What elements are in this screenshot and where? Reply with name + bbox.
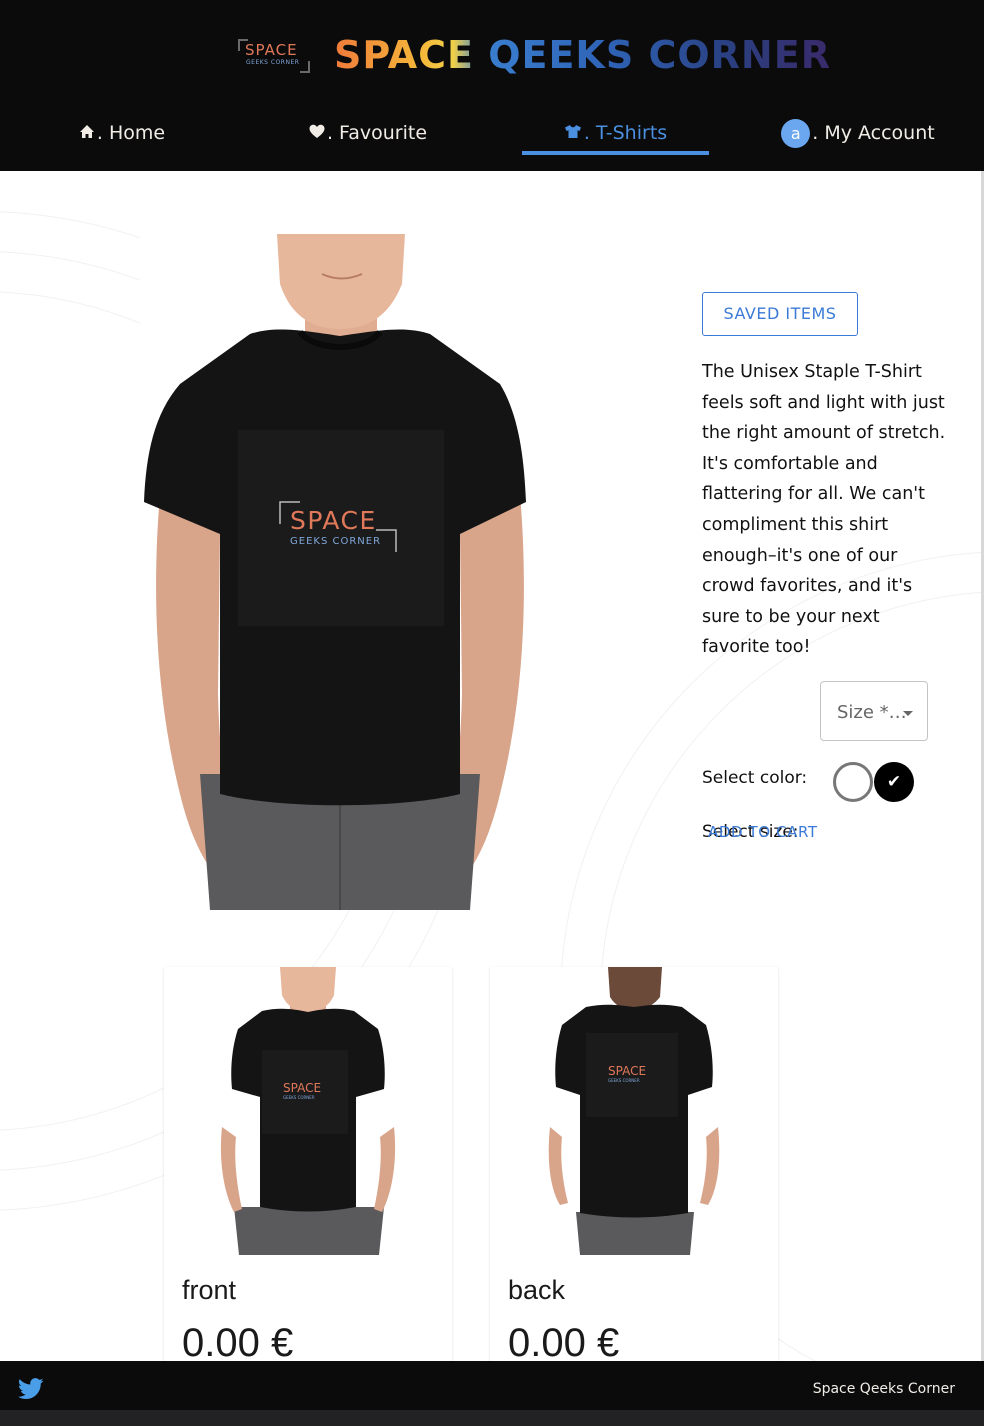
select-color-label: Select color: <box>702 768 808 788</box>
logo-text-space: SPACE <box>245 41 298 59</box>
product-page: SPACE GEEKS CORNER SAVED ITEMS The Unise… <box>0 171 984 1361</box>
saved-items-button[interactable]: SAVED ITEMS <box>702 292 858 336</box>
nav-my-account[interactable]: a . My Account <box>772 110 944 156</box>
site-title: SPACE QEEKS CORNER <box>334 33 831 77</box>
shirt-print-space: SPACE <box>290 506 377 535</box>
nav-tshirts-label: . T-Shirts <box>583 122 668 144</box>
shirt-print-geeks-corner: GEEKS CORNER <box>290 536 381 547</box>
avatar: a <box>781 118 811 148</box>
color-swatch-black[interactable]: ✔ <box>874 762 914 802</box>
site-footer: Space Qeeks Corner <box>0 1361 984 1426</box>
twitter-icon[interactable] <box>17 1378 44 1404</box>
nav-home-label: . Home <box>96 122 166 144</box>
add-to-cart-button[interactable]: ADD TO CART <box>708 823 818 841</box>
brand[interactable]: SPACE GEEKS CORNER SPACE QEEKS CORNER <box>236 32 831 78</box>
front-photo: SPACE GEEKS CORNER <box>164 967 452 1255</box>
logo[interactable]: SPACE GEEKS CORNER <box>236 35 312 75</box>
front-print-space: SPACE <box>283 1081 321 1095</box>
color-swatch-white[interactable] <box>833 762 873 802</box>
nav-home[interactable]: . Home <box>40 110 204 156</box>
product-details: SAVED ITEMS The Unisex Staple T-Shirt fe… <box>702 292 962 842</box>
nav-favourite-label: . Favourite <box>326 122 428 144</box>
product-description: The Unisex Staple T-Shirt feels soft and… <box>702 362 946 658</box>
variant-image-front: SPACE GEEKS CORNER <box>164 967 452 1255</box>
variant-card-front[interactable]: SPACE GEEKS CORNER front 0.00 € <box>164 967 452 1361</box>
nav-favourite[interactable]: . Favourite <box>284 110 452 156</box>
nav-my-account-label: . My Account <box>812 122 935 144</box>
active-tab-indicator <box>522 151 709 155</box>
logo-bracket-right <box>300 61 310 73</box>
variant-card-back[interactable]: SPACE GEEKS CORNER back 0.00 € <box>490 967 778 1361</box>
size-select-value: Size *… <box>837 702 907 723</box>
variant-image-back: SPACE GEEKS CORNER <box>490 967 778 1255</box>
product-image: SPACE GEEKS CORNER <box>140 234 540 910</box>
variant-price: 0.00 € <box>182 1321 294 1361</box>
footer-strip <box>0 1410 984 1426</box>
back-print-geeks-corner: GEEKS CORNER <box>608 1078 640 1083</box>
variant-price: 0.00 € <box>508 1321 620 1361</box>
color-row: Select color: <box>702 768 807 788</box>
back-photo: SPACE GEEKS CORNER <box>490 967 778 1255</box>
front-print-geeks-corner: GEEKS CORNER <box>283 1095 315 1100</box>
size-select[interactable]: Size *… <box>820 681 928 741</box>
model-front-photo: SPACE GEEKS CORNER <box>140 234 540 910</box>
chevron-down-icon <box>903 711 913 716</box>
nav-tshirts[interactable]: . T-Shirts <box>522 110 709 156</box>
tshirt-icon <box>564 124 582 143</box>
main-nav: . Home . Favourite . T-Shirts a . My Acc… <box>0 110 984 158</box>
footer-brand: Space Qeeks Corner <box>812 1381 955 1397</box>
variant-name: back <box>508 1275 566 1305</box>
home-icon <box>79 124 95 143</box>
logo-text-geeks-corner: GEEKS CORNER <box>246 59 300 66</box>
site-header: SPACE GEEKS CORNER SPACE QEEKS CORNER . … <box>0 0 984 171</box>
variant-name: front <box>182 1275 237 1305</box>
heart-icon <box>309 124 325 143</box>
check-icon: ✔ <box>886 772 902 792</box>
back-print-space: SPACE <box>608 1064 646 1078</box>
